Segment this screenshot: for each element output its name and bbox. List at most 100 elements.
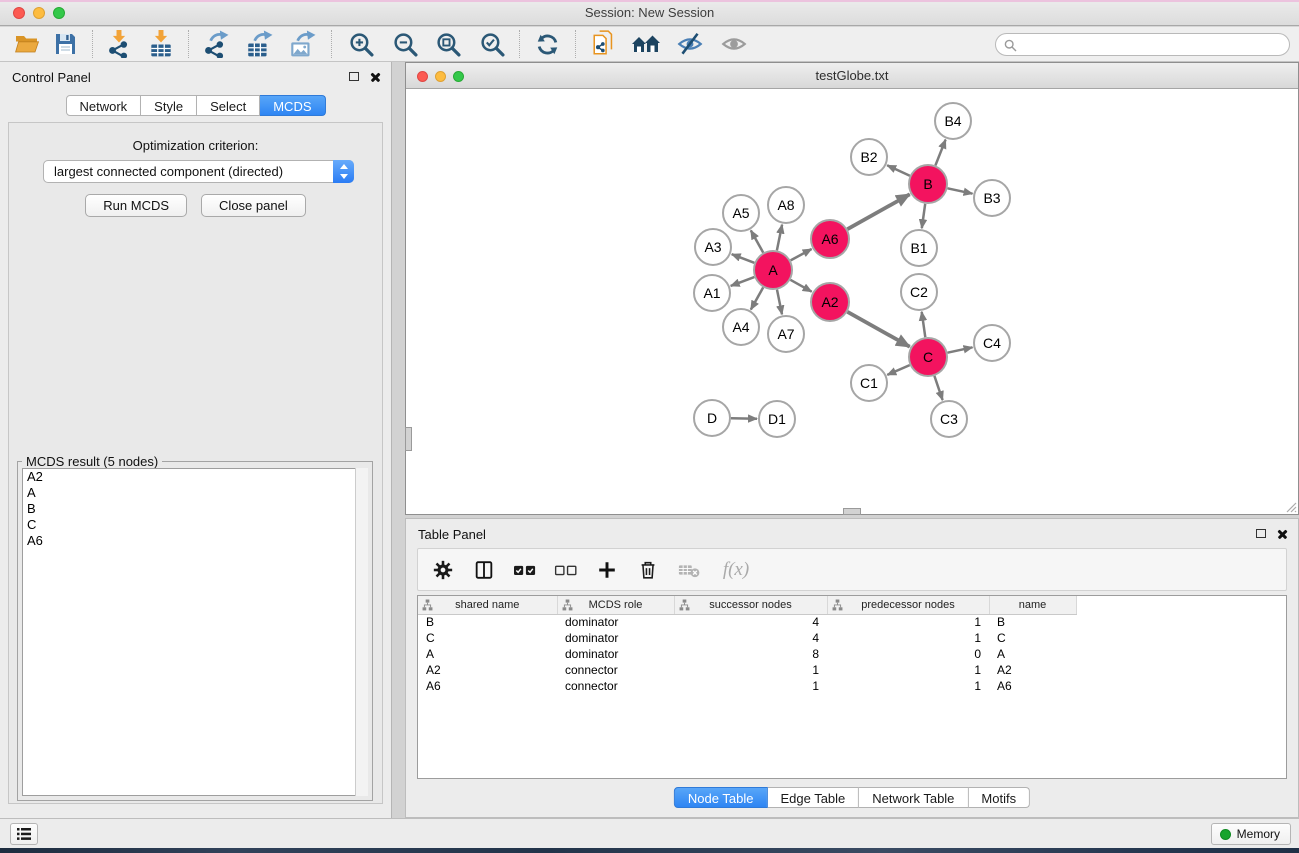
close-panel-button[interactable]: Close panel (201, 194, 306, 217)
graph-edge[interactable] (887, 365, 909, 375)
table-tab-node-table[interactable]: Node Table (674, 787, 768, 808)
result-scrollbar[interactable] (355, 468, 368, 796)
table-row[interactable]: Adominator80A (418, 646, 1076, 662)
graph-node[interactable]: A2 (811, 283, 849, 321)
tab-select[interactable]: Select (197, 95, 260, 116)
table-row[interactable]: Bdominator41B (418, 614, 1076, 630)
tab-style[interactable]: Style (141, 95, 197, 116)
task-history-button[interactable] (10, 823, 38, 845)
search-field[interactable] (995, 33, 1290, 56)
result-item[interactable]: A (23, 485, 367, 501)
result-item[interactable]: A2 (23, 469, 367, 485)
close-panel-icon[interactable] (370, 71, 381, 82)
network-zoom-button[interactable] (453, 71, 464, 82)
table-cell[interactable]: B (989, 614, 1076, 630)
splitter-grip-left[interactable] (405, 427, 412, 451)
graph-node[interactable]: C1 (851, 365, 887, 401)
column-header[interactable]: name (989, 596, 1076, 614)
table-cell[interactable]: C (989, 630, 1076, 646)
hide-panels-button[interactable] (675, 29, 705, 59)
import-table-button[interactable] (146, 29, 176, 59)
export-network-button[interactable] (200, 29, 230, 59)
table-cell[interactable]: 1 (827, 662, 989, 678)
deselect-all-button[interactable] (553, 557, 579, 583)
table-cell[interactable]: A2 (418, 662, 557, 678)
tab-mcds[interactable]: MCDS (260, 95, 325, 116)
table-cell[interactable]: A (418, 646, 557, 662)
table-cell[interactable]: 1 (674, 678, 827, 694)
export-table-button[interactable] (244, 29, 274, 59)
table-cell[interactable]: 4 (674, 630, 827, 646)
open-session-button[interactable] (12, 29, 42, 59)
close-table-panel-icon[interactable] (1277, 528, 1288, 539)
zoom-window-button[interactable] (53, 7, 65, 19)
graph-node[interactable]: A7 (768, 316, 804, 352)
float-panel-icon[interactable] (349, 72, 359, 81)
graph-node[interactable]: A8 (768, 187, 804, 223)
graph-node[interactable]: C4 (974, 325, 1010, 361)
criterion-select[interactable]: largest connected component (directed) (43, 160, 354, 183)
table-cell[interactable]: dominator (557, 614, 674, 630)
graph-edge[interactable] (935, 140, 945, 166)
table-cell[interactable]: 1 (827, 678, 989, 694)
graph-edge[interactable] (777, 290, 782, 315)
show-panels-button[interactable] (719, 29, 749, 59)
splitter-grip-bottom[interactable] (843, 508, 861, 515)
network-close-button[interactable] (417, 71, 428, 82)
graph-edge[interactable] (751, 230, 763, 252)
table-row[interactable]: A2connector11A2 (418, 662, 1076, 678)
graph-node[interactable]: A3 (695, 229, 731, 265)
table-cell[interactable]: 1 (674, 662, 827, 678)
graph-edge[interactable] (934, 376, 942, 400)
table-settings-button[interactable] (430, 557, 456, 583)
zoom-selected-button[interactable] (477, 29, 507, 59)
table-cell[interactable]: connector (557, 678, 674, 694)
table-tab-motifs[interactable]: Motifs (968, 787, 1030, 808)
graph-node[interactable]: B (909, 165, 947, 203)
graph-node[interactable]: B3 (974, 180, 1010, 216)
minimize-window-button[interactable] (33, 7, 45, 19)
graph-edge[interactable] (922, 312, 926, 337)
graph-node[interactable]: C3 (931, 401, 967, 437)
graph-node[interactable]: B4 (935, 103, 971, 139)
delete-rows-button[interactable] (635, 557, 661, 583)
graph-node[interactable]: B1 (901, 230, 937, 266)
graph-node[interactable]: C2 (901, 274, 937, 310)
graph-edge[interactable] (751, 287, 763, 309)
graph-node[interactable]: B2 (851, 139, 887, 175)
result-item[interactable]: A6 (23, 533, 367, 549)
float-table-panel-icon[interactable] (1256, 529, 1266, 538)
run-mcds-button[interactable]: Run MCDS (85, 194, 187, 217)
graph-edge[interactable] (922, 204, 925, 228)
zoom-in-button[interactable] (346, 29, 376, 59)
column-header[interactable]: predecessor nodes (827, 596, 989, 614)
graph-node[interactable]: C (909, 338, 947, 376)
table-cell[interactable]: dominator (557, 630, 674, 646)
graph-node[interactable]: A1 (694, 275, 730, 311)
graph-node[interactable]: D (694, 400, 730, 436)
home-layout-button[interactable] (631, 29, 661, 59)
graph-node[interactable]: A (754, 251, 792, 289)
table-cell[interactable]: 1 (827, 614, 989, 630)
table-tab-network-table[interactable]: Network Table (859, 787, 968, 808)
graph-edge[interactable] (732, 254, 755, 263)
graph-edge[interactable] (731, 277, 755, 286)
save-session-button[interactable] (50, 29, 80, 59)
column-header[interactable]: shared name (418, 596, 557, 614)
result-item[interactable]: B (23, 501, 367, 517)
export-image-button[interactable] (287, 29, 317, 59)
add-row-button[interactable] (594, 557, 620, 583)
resize-grip-icon[interactable] (1284, 500, 1297, 513)
table-tab-edge-table[interactable]: Edge Table (767, 787, 859, 808)
graph-node[interactable]: A5 (723, 195, 759, 231)
table-cell[interactable]: 0 (827, 646, 989, 662)
close-window-button[interactable] (13, 7, 25, 19)
column-visibility-button[interactable] (471, 557, 497, 583)
table-row[interactable]: A6connector11A6 (418, 678, 1076, 694)
zoom-fit-button[interactable] (433, 29, 463, 59)
mcds-result-list[interactable]: A2ABCA6 (22, 468, 368, 796)
graph-node[interactable]: A6 (811, 220, 849, 258)
table-cell[interactable]: C (418, 630, 557, 646)
new-network-from-selection-button[interactable] (590, 29, 620, 59)
select-all-button[interactable] (512, 557, 538, 583)
